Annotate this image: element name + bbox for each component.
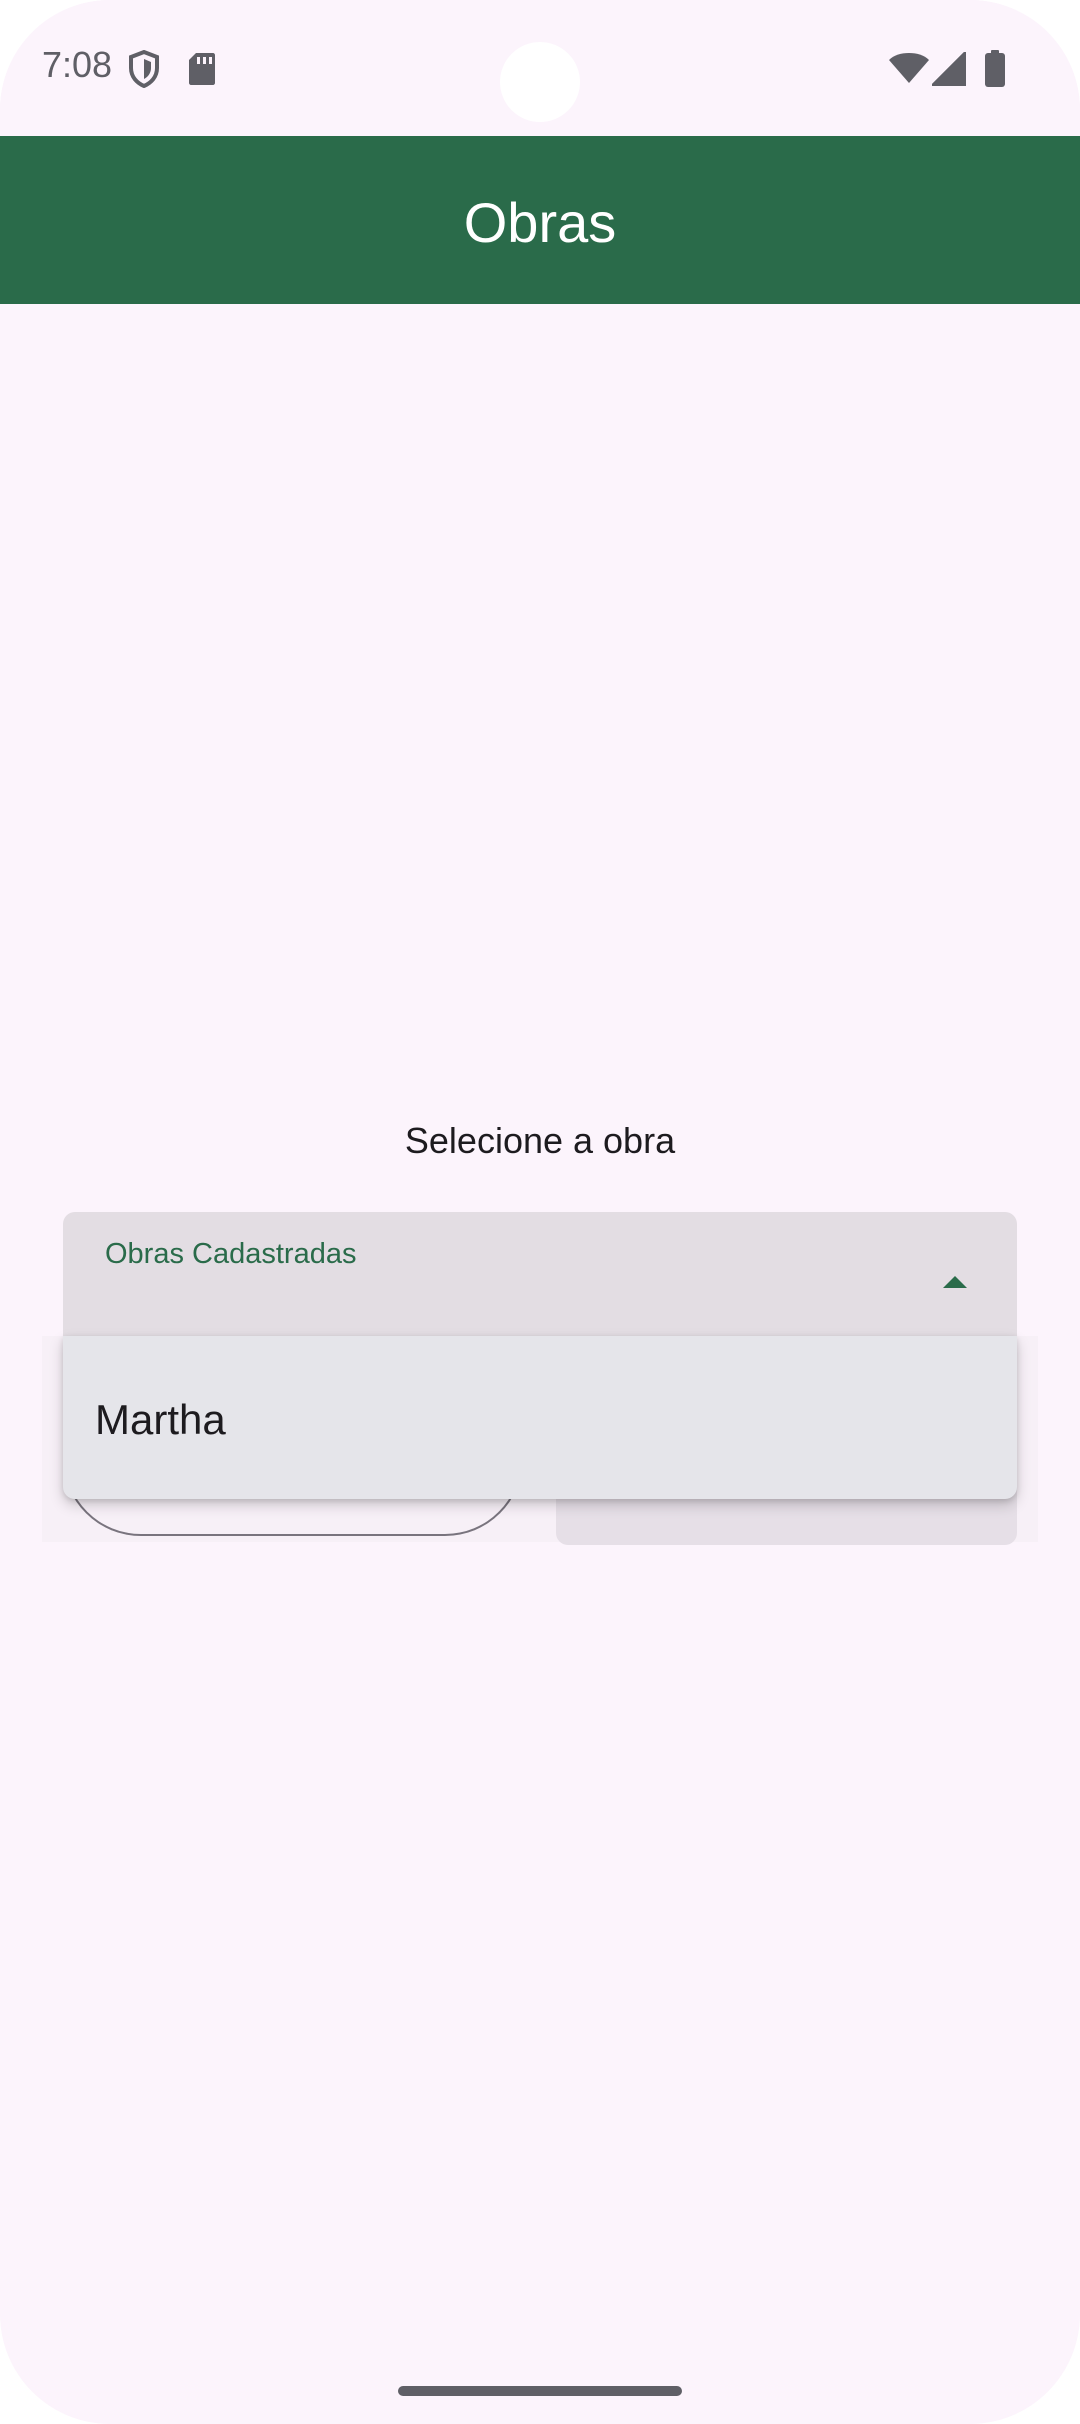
shield-icon <box>128 49 160 93</box>
signal-icon <box>929 49 967 91</box>
front-camera <box>500 42 580 122</box>
dropdown-menu: Martha <box>63 1336 1017 1499</box>
obras-dropdown[interactable]: Obras Cadastradas <box>63 1212 1017 1336</box>
sd-card-icon <box>188 52 216 91</box>
menu-item-label: Martha <box>95 1396 226 1443</box>
wifi-icon <box>888 52 930 89</box>
select-prompt: Selecione a obra <box>404 1120 676 1161</box>
dropdown-label: Obras Cadastradas <box>105 1238 357 1270</box>
status-time: 7:08 <box>42 44 113 85</box>
app-title: Obras <box>463 191 617 254</box>
screen: 7:08 Obras Selecione a obra Obras Cadast… <box>0 0 1080 2424</box>
arrow-drop-up-icon[interactable] <box>941 1274 969 1295</box>
gesture-bar[interactable] <box>398 2386 682 2396</box>
menu-item-martha[interactable]: Martha <box>63 1336 1017 1499</box>
app-bar: Obras <box>0 136 1080 304</box>
status-bar: 7:08 <box>0 0 1080 136</box>
battery-icon <box>984 50 1006 93</box>
